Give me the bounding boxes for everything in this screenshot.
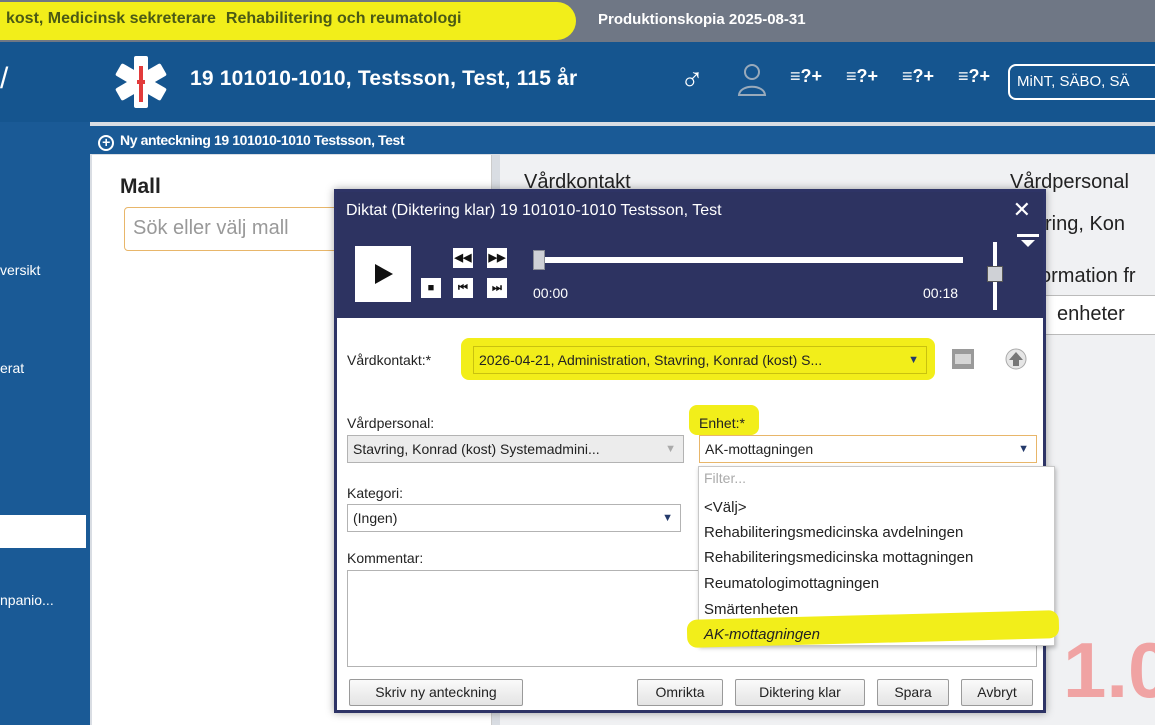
vardpersonal-value[interactable]: vring, Kon: [1035, 213, 1125, 236]
patient-header: 19 101010-1010, Testsson, Test, 115 år: [190, 67, 578, 90]
left-navigation: versikt erat npanio...: [0, 122, 90, 725]
note-window-title-text: Ny anteckning 19 101010-1010 Testsson, T…: [120, 132, 405, 148]
top-status-bar: kost, Medicinsk sekreterare Rehabiliterin…: [0, 0, 1155, 42]
kategori-select-value: (Ingen): [353, 510, 398, 526]
player-menu-icon[interactable]: [1017, 234, 1039, 248]
nav-item-companion[interactable]: npanio...: [0, 592, 54, 608]
spara-button[interactable]: Spara: [877, 679, 949, 706]
shortcut-icon-1[interactable]: ≡?+: [790, 66, 822, 87]
vardkontakt-value: 2026-04-21, Administration, Stavring, Ko…: [479, 352, 823, 368]
time-start: 00:00: [533, 285, 569, 301]
vardpersonal-select: Stavring, Konrad (kost) Systemadmini... ▼: [347, 435, 684, 463]
skip-start-button[interactable]: ⏮: [453, 278, 473, 298]
vardpersonal-label: Vårdpersonal:: [347, 415, 435, 431]
patient-bar: / 19 101010-1010, Testsson, Test, 115 år…: [0, 42, 1155, 122]
skip-end-button[interactable]: ⏭: [487, 278, 507, 298]
enhet-dropdown-list: Filter... <Välj> Rehabiliteringsmedicins…: [686, 466, 1060, 648]
skriv-ny-anteckning-button[interactable]: Skriv ny anteckning: [349, 679, 523, 706]
time-end: 00:18: [923, 285, 959, 301]
kategori-select[interactable]: (Ingen) ▼: [347, 504, 681, 532]
information-label: ormation fr: [1040, 265, 1136, 287]
enhet-select-value: AK-mottagningen: [705, 441, 814, 457]
stop-button[interactable]: ■: [421, 278, 441, 298]
shortcut-icon-4[interactable]: ≡?+: [958, 66, 990, 87]
dropdown-option[interactable]: Rehabiliteringsmedicinska avdelningen: [704, 524, 963, 541]
chevron-down-icon: ▼: [665, 443, 676, 455]
user-unit: Rehabilitering och reumatologi: [225, 10, 462, 27]
shortcut-icon-2[interactable]: ≡?+: [846, 66, 878, 87]
dialog-title: Diktat (Diktering klar) 19 101010-1010 T…: [337, 192, 1043, 228]
vardkontakt-select[interactable]: 2026-04-21, Administration, Stavring, Ko…: [473, 346, 927, 374]
vardkontakt-label: Vårdkontakt:*: [347, 352, 432, 368]
dropdown-filter-input[interactable]: Filter...: [704, 470, 746, 486]
enhet-label: Enhet:*: [699, 415, 745, 431]
mall-label: Mall: [120, 175, 161, 198]
chevron-down-icon: ▼: [662, 512, 673, 524]
archive-icon[interactable]: [951, 348, 975, 370]
nav-item-selected[interactable]: [0, 515, 86, 548]
rewind-button[interactable]: ◀◀: [453, 248, 473, 268]
playback-track[interactable]: [535, 257, 963, 263]
nav-item-oversikt[interactable]: versikt: [0, 262, 40, 278]
close-icon[interactable]: ✕: [1013, 197, 1031, 223]
user-role-text: kost, Medicinsk sekreterare Rehabiliterin…: [6, 10, 461, 28]
user-name: kost, Medicinsk sekreterare: [6, 10, 216, 27]
playback-position-handle[interactable]: [533, 250, 545, 270]
person-icon[interactable]: [737, 62, 767, 96]
dropdown-option[interactable]: Rehabiliteringsmedicinska mottagningen: [704, 549, 973, 566]
mint-badge[interactable]: MiNT, SÄBO, SÄ: [1008, 64, 1155, 100]
vardpersonal-select-value: Stavring, Konrad (kost) Systemadmini...: [353, 441, 600, 457]
chevron-down-icon: ▼: [1018, 443, 1029, 455]
shortcut-icon-3[interactable]: ≡?+: [902, 66, 934, 87]
dropdown-option[interactable]: Smärtenheten: [704, 601, 798, 618]
dropdown-option-selected[interactable]: AK-mottagningen: [704, 626, 820, 643]
environment-label: Produktionskopia 2025-08-31: [598, 11, 806, 28]
diktering-klar-button[interactable]: Diktering klar: [735, 679, 865, 706]
volume-handle[interactable]: [987, 266, 1003, 282]
dropdown-option[interactable]: Reumatologimottagningen: [704, 575, 879, 592]
enhet-select[interactable]: AK-mottagningen ▼: [699, 435, 1037, 463]
version-number-text: 1.0: [1063, 626, 1155, 714]
kategori-label: Kategori:: [347, 485, 404, 501]
plus-circle-icon: +: [98, 135, 114, 151]
dropdown-option[interactable]: <Välj>: [704, 499, 747, 516]
back-chevron-icon[interactable]: /: [0, 62, 8, 96]
omrikta-button[interactable]: Omrikta: [637, 679, 723, 706]
upload-arrow-icon[interactable]: [1005, 348, 1027, 370]
audio-player: ◀◀ ▶▶ ■ ⏮ ⏭ 00:00 00:18: [337, 228, 1043, 318]
enheter-field[interactable]: enheter: [1038, 295, 1155, 335]
avbryt-button[interactable]: Avbryt: [961, 679, 1033, 706]
template-search-input[interactable]: Sök eller välj mall: [124, 207, 354, 251]
note-window-title: + Ny anteckning 19 101010-1010 Testsson, …: [90, 126, 1155, 154]
kommentar-label: Kommentar:: [347, 550, 424, 566]
chevron-down-icon: ▼: [908, 354, 919, 366]
nav-item-erat[interactable]: erat: [0, 360, 24, 376]
male-gender-icon: ♂: [680, 60, 704, 96]
play-button[interactable]: [355, 246, 411, 302]
fast-forward-button[interactable]: ▶▶: [487, 248, 507, 268]
star-of-life-icon: [115, 56, 167, 108]
